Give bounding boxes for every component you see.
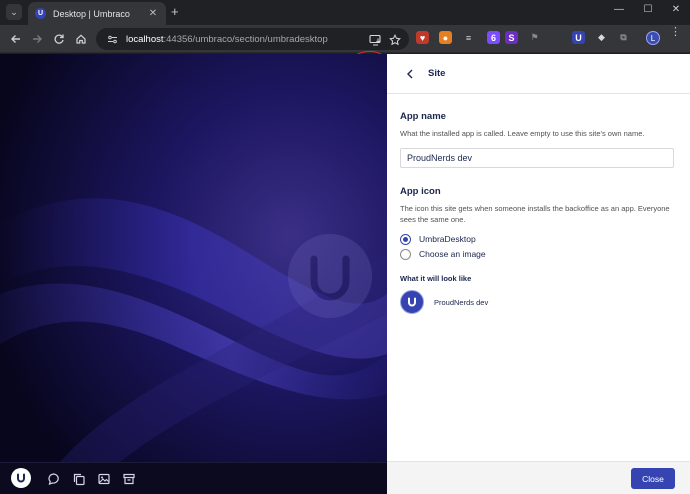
radio-button[interactable] xyxy=(400,233,411,245)
new-tab-button[interactable]: + xyxy=(171,4,179,19)
close-button[interactable]: Close xyxy=(631,468,675,489)
back-arrow-icon[interactable] xyxy=(8,31,24,47)
fox-extension-icon[interactable]: ● xyxy=(439,31,452,44)
app-preview: ProudNerds dev xyxy=(400,290,677,314)
radio-button[interactable] xyxy=(400,248,411,260)
browser-tab[interactable]: U Desktop | Umbraco ✕ xyxy=(28,2,166,25)
app-name-input[interactable] xyxy=(400,148,674,168)
page-content: Site App name What the installed app is … xyxy=(0,54,690,494)
s-extension-icon[interactable]: S xyxy=(505,31,518,44)
reload-icon[interactable] xyxy=(51,31,67,47)
install-app-icon[interactable] xyxy=(369,33,382,46)
site-settings-panel: Site App name What the installed app is … xyxy=(387,54,690,494)
panel-header: Site xyxy=(387,54,690,94)
profile-avatar[interactable]: L xyxy=(646,31,660,45)
app-icon-help: The icon this site gets when someone ins… xyxy=(400,204,670,224)
radio-label: Choose an image xyxy=(419,249,486,259)
archive-icon[interactable] xyxy=(120,470,137,487)
flag-extension-icon[interactable]: ⚑ xyxy=(528,31,541,44)
umbraco-extension-icon[interactable]: U xyxy=(572,31,585,44)
window-close-button[interactable]: ✕ xyxy=(669,4,683,15)
umbraco-logo-icon[interactable] xyxy=(11,468,31,488)
panel-footer: Close xyxy=(387,461,690,494)
app-name-help: What the installed app is called. Leave … xyxy=(400,129,645,138)
badge-extension-icon[interactable]: 6 xyxy=(487,31,500,44)
minimize-button[interactable]: — xyxy=(612,4,626,15)
forward-arrow-icon[interactable] xyxy=(29,31,45,47)
heart-extension-icon[interactable]: ♥ xyxy=(416,31,429,44)
browser-tab-bar: ⌄ U Desktop | Umbraco ✕ + — ☐ ✕ xyxy=(0,0,690,25)
desktop-dock xyxy=(0,462,387,494)
panel-title: Site xyxy=(428,68,446,79)
preview-heading: What it will look like xyxy=(400,274,472,283)
copy-icon[interactable] xyxy=(70,470,87,487)
notes-extension-icon[interactable]: ≡ xyxy=(462,31,475,44)
address-bar[interactable]: localhost:44356/umbraco/section/umbrades… xyxy=(96,28,409,50)
radio-label: UmbraDesktop xyxy=(419,234,476,244)
browser-toolbar: localhost:44356/umbraco/section/umbrades… xyxy=(0,25,690,81)
app-preview-name: ProudNerds dev xyxy=(434,297,489,307)
tab-title: Desktop | Umbraco xyxy=(53,8,130,19)
app-name-heading: App name xyxy=(400,111,446,122)
puzzle-extension-icon[interactable]: ⧉ xyxy=(617,31,630,44)
image-icon[interactable] xyxy=(95,470,112,487)
panel-body: App name What the installed app is calle… xyxy=(400,94,677,314)
app-icon-heading: App icon xyxy=(400,186,441,197)
url-text: localhost:44356/umbraco/section/umbrades… xyxy=(126,33,328,45)
chat-icon[interactable] xyxy=(45,470,62,487)
site-info-icon[interactable] xyxy=(106,33,118,45)
back-chevron-icon[interactable] xyxy=(404,68,416,80)
shield-extension-icon[interactable]: ◆ xyxy=(595,31,608,44)
radio-option-umbradesktop[interactable]: UmbraDesktop xyxy=(400,232,677,246)
tab-close-icon[interactable]: ✕ xyxy=(147,8,159,19)
desktop-wallpaper xyxy=(0,54,387,462)
radio-option-choose-image[interactable]: Choose an image xyxy=(400,247,677,261)
tab-search-button[interactable]: ⌄ xyxy=(6,4,22,20)
app-preview-umbraco-icon xyxy=(400,290,424,314)
maximize-button[interactable]: ☐ xyxy=(641,4,655,15)
browser-menu-icon[interactable]: ⋮ xyxy=(670,27,681,38)
bookmark-star-icon[interactable] xyxy=(388,33,401,46)
home-icon[interactable] xyxy=(73,31,89,47)
umbraco-favicon-icon: U xyxy=(35,8,46,19)
